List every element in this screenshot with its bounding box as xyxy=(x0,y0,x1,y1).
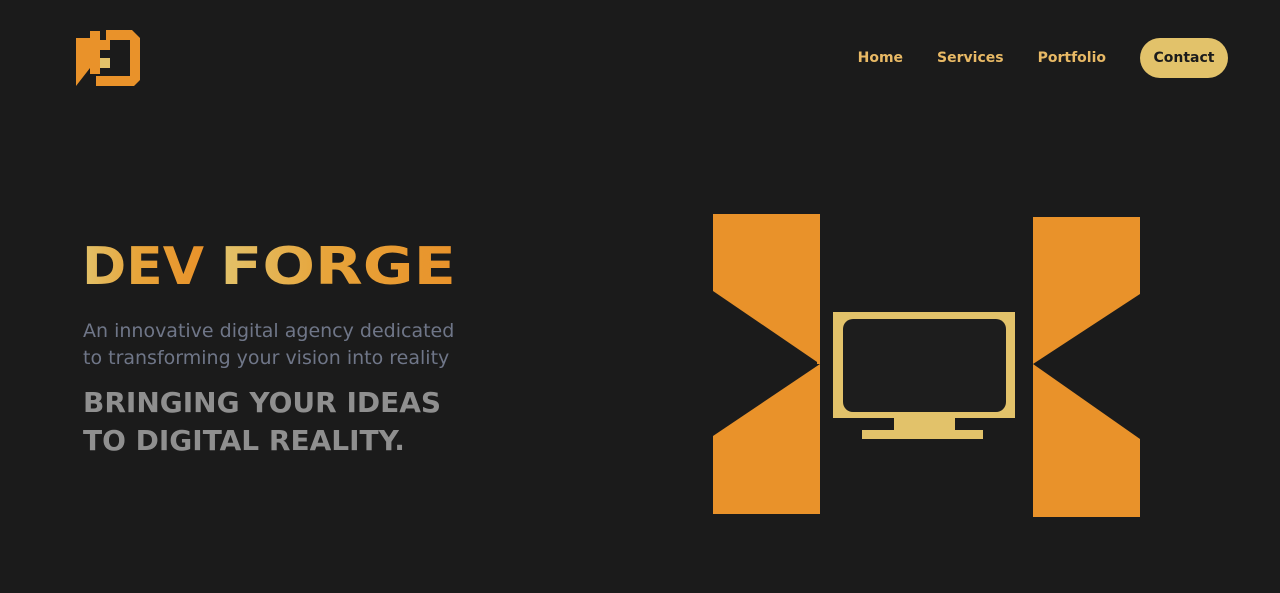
nav-home-link[interactable]: Home xyxy=(858,50,903,66)
headline-line-2: TO DIGITAL REALITY. xyxy=(83,424,405,457)
monitor-between-chevrons-illustration xyxy=(713,214,1140,517)
dev-forge-wordmark: DEV FORGE xyxy=(82,237,456,290)
wordmark-forge-text: FORGE xyxy=(220,237,456,290)
df-logo-icon[interactable] xyxy=(76,28,140,88)
monitor-neck xyxy=(894,418,955,430)
nav-portfolio-link[interactable]: Portfolio xyxy=(1038,50,1106,66)
tagline-line-2: to transforming your vision into reality xyxy=(83,347,450,369)
monitor-stand xyxy=(862,430,983,439)
landing-page: Home Services Portfolio Contact DEV FORG… xyxy=(0,0,1280,593)
left-chevron-top-shape xyxy=(713,214,820,364)
main-nav: Home Services Portfolio Contact xyxy=(858,38,1228,78)
contact-button[interactable]: Contact xyxy=(1140,38,1228,78)
left-chevron-bottom-shape xyxy=(713,364,820,514)
headline-line-1: BRINGING YOUR IDEAS xyxy=(83,386,442,419)
hero-headline: BRINGING YOUR IDEAS TO DIGITAL REALITY. xyxy=(83,384,543,460)
monitor-screen xyxy=(843,319,1006,412)
right-chevron-top-shape xyxy=(1033,217,1140,364)
nav-services-link[interactable]: Services xyxy=(937,50,1004,66)
wordmark-dev-text: DEV xyxy=(82,237,204,290)
right-chevron-bottom-shape xyxy=(1033,364,1140,517)
tagline-line-1: An innovative digital agency dedicated xyxy=(83,320,455,342)
hero-tagline: An innovative digital agency dedicated t… xyxy=(83,318,503,372)
